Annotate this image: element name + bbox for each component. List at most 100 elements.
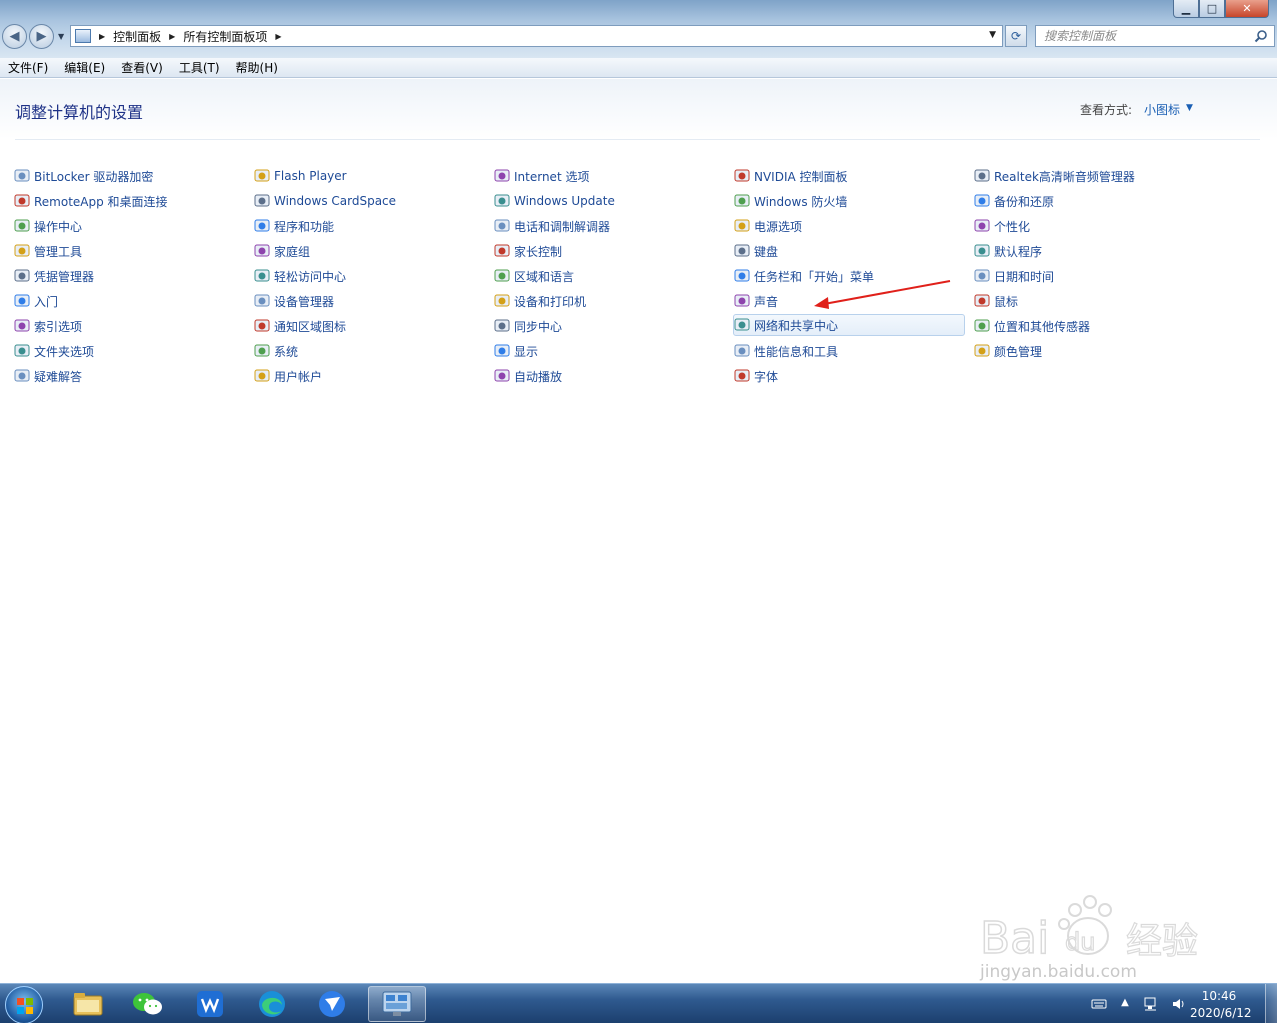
cp-item-label: 鼠标 xyxy=(994,294,1019,309)
cp-item[interactable]: 程序和功能 xyxy=(254,215,334,237)
cp-item[interactable]: 索引选项 xyxy=(14,315,82,337)
cp-item[interactable]: 性能信息和工具 xyxy=(734,340,838,362)
cp-item[interactable]: BitLocker 驱动器加密 xyxy=(14,165,153,187)
cp-item[interactable]: 颜色管理 xyxy=(974,340,1042,362)
back-button[interactable]: ◀ xyxy=(2,24,27,49)
taskbar-control-panel[interactable] xyxy=(368,986,426,1022)
cp-item[interactable]: 文件夹选项 xyxy=(14,340,94,362)
cp-item[interactable]: NVIDIA 控制面板 xyxy=(734,165,848,187)
cp-item[interactable]: Flash Player xyxy=(254,165,347,187)
chevron-down-icon[interactable]: ▼ xyxy=(1186,103,1193,113)
cp-item[interactable]: 入门 xyxy=(14,290,58,312)
cp-item[interactable]: 设备和打印机 xyxy=(494,290,586,312)
cp-item-label: 文件夹选项 xyxy=(34,344,95,359)
refresh-button[interactable]: ⟳ xyxy=(1005,25,1027,47)
cp-item[interactable]: 家庭组 xyxy=(254,240,310,262)
show-hidden-icons-icon[interactable]: ▲ xyxy=(1119,997,1131,1011)
volume-icon[interactable] xyxy=(1171,997,1187,1011)
search-box[interactable] xyxy=(1035,25,1275,47)
window-controls: ▁ □ ✕ xyxy=(1173,0,1269,19)
start-button[interactable] xyxy=(5,986,43,1023)
cp-item[interactable]: 疑难解答 xyxy=(14,365,82,387)
breadcrumb-separator-icon[interactable]: ▶ xyxy=(99,32,105,41)
cp-item[interactable]: 通知区域图标 xyxy=(254,315,346,337)
taskbar-edge[interactable] xyxy=(246,986,298,1022)
cp-item[interactable]: 日期和时间 xyxy=(974,265,1054,287)
taskbar-feishu[interactable] xyxy=(306,986,358,1022)
cp-item-label: 电话和调制解调器 xyxy=(514,219,611,234)
breadcrumb-all-items[interactable]: 所有控制面板项 xyxy=(183,28,267,45)
cp-item-label: 颜色管理 xyxy=(994,344,1043,359)
close-button[interactable]: ✕ xyxy=(1225,0,1269,18)
cp-item[interactable]: 显示 xyxy=(494,340,538,362)
cp-item[interactable]: 默认程序 xyxy=(974,240,1042,262)
cp-item-label: Windows CardSpace xyxy=(274,194,397,208)
cp-item[interactable]: Windows 防火墙 xyxy=(734,190,847,212)
cp-item-label: 设备和打印机 xyxy=(514,294,587,309)
menu-help[interactable]: 帮助(H) xyxy=(236,59,278,76)
cp-item[interactable]: 个性化 xyxy=(974,215,1030,237)
cp-item-label: 日期和时间 xyxy=(994,269,1055,284)
cp-item[interactable]: RemoteApp 和桌面连接 xyxy=(14,190,168,212)
cp-item[interactable]: 自动播放 xyxy=(494,365,562,387)
menu-tools[interactable]: 工具(T) xyxy=(179,59,220,76)
cp-item[interactable]: 操作中心 xyxy=(14,215,82,237)
cp-item-label: Internet 选项 xyxy=(514,169,590,184)
taskbar-wechat[interactable] xyxy=(122,986,174,1022)
cp-item[interactable]: 管理工具 xyxy=(14,240,82,262)
cp-item[interactable]: 凭据管理器 xyxy=(14,265,94,287)
cp-item-icon xyxy=(734,194,750,207)
cp-item[interactable]: Realtek高清晰音频管理器 xyxy=(974,165,1135,187)
address-bar[interactable]: ▶ 控制面板 ▶ 所有控制面板项 ▶ ▼ xyxy=(70,25,1003,47)
watermark-url: jingyan.baidu.com xyxy=(980,962,1137,982)
taskbar-file-explorer[interactable] xyxy=(62,986,114,1022)
cp-item[interactable]: 电话和调制解调器 xyxy=(494,215,610,237)
keyboard-icon[interactable] xyxy=(1091,997,1107,1011)
recent-pages-dropdown[interactable]: ▼ xyxy=(58,32,64,41)
cp-item[interactable]: 位置和其他传感器 xyxy=(974,315,1090,337)
svg-text:du: du xyxy=(1065,928,1095,956)
taskbar-wps[interactable] xyxy=(184,986,236,1022)
cp-item[interactable]: 鼠标 xyxy=(974,290,1018,312)
menu-bar: 文件(F) 编辑(E) 查看(V) 工具(T) 帮助(H) xyxy=(0,58,1277,78)
cp-item[interactable]: 同步中心 xyxy=(494,315,562,337)
cp-item-label: Windows 防火墙 xyxy=(754,194,848,209)
view-mode-dropdown[interactable]: 小图标 xyxy=(1144,101,1180,118)
cp-item[interactable]: 备份和还原 xyxy=(974,190,1054,212)
clock[interactable]: 10:46 2020/6/12 xyxy=(1190,988,1252,1022)
maximize-button[interactable]: □ xyxy=(1199,0,1225,18)
cp-item[interactable]: 电源选项 xyxy=(734,215,802,237)
menu-file[interactable]: 文件(F) xyxy=(8,59,48,76)
cp-item[interactable]: 用户帐户 xyxy=(254,365,322,387)
cp-item[interactable]: 字体 xyxy=(734,365,778,387)
cp-item[interactable]: Windows CardSpace xyxy=(254,190,396,212)
cp-item-icon xyxy=(734,344,750,357)
cp-item[interactable]: 设备管理器 xyxy=(254,290,334,312)
menu-edit[interactable]: 编辑(E) xyxy=(64,59,105,76)
cp-item[interactable]: 轻松访问中心 xyxy=(254,265,346,287)
breadcrumb-separator-icon[interactable]: ▶ xyxy=(169,32,175,41)
cp-item-icon xyxy=(14,344,30,357)
search-icon[interactable] xyxy=(1254,29,1268,43)
cp-item-label: 位置和其他传感器 xyxy=(994,319,1091,334)
breadcrumb-separator-icon[interactable]: ▶ xyxy=(275,32,281,41)
cp-item[interactable]: 键盘 xyxy=(734,240,778,262)
cp-item[interactable]: 系统 xyxy=(254,340,298,362)
forward-button[interactable]: ▶ xyxy=(29,24,54,49)
search-input[interactable] xyxy=(1044,29,1244,43)
cp-item[interactable]: 声音 xyxy=(734,290,778,312)
menu-view[interactable]: 查看(V) xyxy=(121,59,163,76)
cp-item[interactable]: 区域和语言 xyxy=(494,265,574,287)
network-icon[interactable] xyxy=(1143,997,1159,1011)
address-dropdown-icon[interactable]: ▼ xyxy=(989,30,996,40)
breadcrumb-control-panel[interactable]: 控制面板 xyxy=(113,28,161,45)
cp-item[interactable]: 家长控制 xyxy=(494,240,562,262)
cp-item[interactable]: Internet 选项 xyxy=(494,165,589,187)
cp-item[interactable]: Windows Update xyxy=(494,190,615,212)
arrow-left-icon: ◀ xyxy=(9,29,20,44)
cp-item-icon xyxy=(974,219,990,232)
show-desktop-button[interactable] xyxy=(1265,984,1277,1023)
cp-item-icon xyxy=(734,244,750,257)
cp-item[interactable]: 网络和共享中心 xyxy=(733,314,965,336)
minimize-button[interactable]: ▁ xyxy=(1173,0,1199,18)
